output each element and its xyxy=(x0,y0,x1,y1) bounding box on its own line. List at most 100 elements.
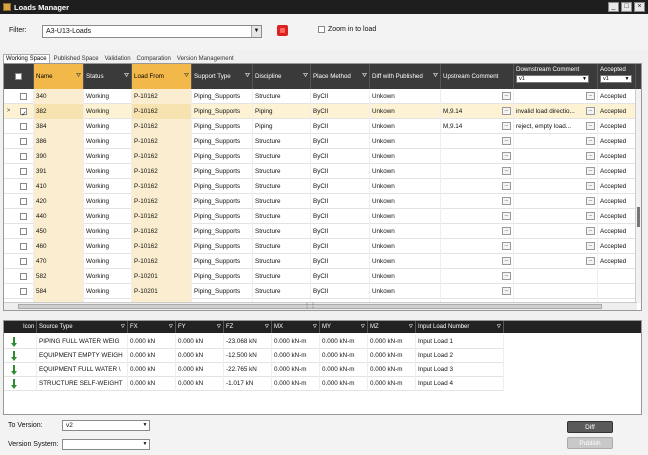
load-row[interactable]: EQUIPMENT FULL WATER \ 0.000 kN 0.000 kN -2… xyxy=(4,363,504,377)
zoom-in-to-load-checkbox[interactable]: Zoom in to load xyxy=(318,26,376,33)
ellipsis-button[interactable]: ... xyxy=(502,257,511,265)
ellipsis-button[interactable]: ... xyxy=(586,152,595,160)
filter-icon[interactable]: ⛛ xyxy=(265,321,269,333)
row-checkbox[interactable] xyxy=(20,93,27,100)
row-checkbox[interactable] xyxy=(20,228,27,235)
col-support-type-header[interactable]: Support Type ⛛ xyxy=(192,64,253,89)
filter-icon[interactable]: ⛛ xyxy=(362,73,367,80)
col-place-method-header[interactable]: Place Method ⛛ xyxy=(311,64,370,89)
ellipsis-button[interactable]: ... xyxy=(586,212,595,220)
load-row[interactable]: EQUIPMENT EMPTY WEIGH 0.000 kN 0.000 kN -12… xyxy=(4,349,504,363)
filter-icon[interactable]: ⛛ xyxy=(169,321,173,333)
table-row[interactable]: 460 Working P-10162 Piping_Supports Structur… xyxy=(4,239,636,254)
row-checkbox[interactable] xyxy=(20,183,27,190)
tab-comparation[interactable]: Comparation xyxy=(135,55,173,63)
ellipsis-button[interactable]: ... xyxy=(502,242,511,250)
col-accepted-header[interactable]: Accepted v1 ▼ xyxy=(598,64,636,89)
table-row[interactable]: >382 Working P-10162 Piping_Supports Piping B… xyxy=(4,104,636,119)
load-row[interactable]: STRUCTURE SELF-WEIGHT 0.000 kN 0.000 kN -1.… xyxy=(4,377,504,391)
col-load-from-header[interactable]: Load From ⛛ xyxy=(132,64,192,89)
ellipsis-button[interactable]: ... xyxy=(586,257,595,265)
accepted-version-select[interactable]: v1 ▼ xyxy=(600,75,632,83)
filter-icon[interactable]: ⛛ xyxy=(76,73,81,80)
row-checkbox[interactable] xyxy=(20,198,27,205)
table-row[interactable]: 384 Working P-10162 Piping_Supports Piping By… xyxy=(4,119,636,134)
table-row[interactable]: 390 Working P-10162 Piping_Supports Structur… xyxy=(4,149,636,164)
filter-icon[interactable]: ⛛ xyxy=(184,73,189,80)
load-row[interactable]: PIPING FULL WATER WEIG 0.000 kN 0.000 kN -2… xyxy=(4,335,504,349)
ellipsis-button[interactable]: ... xyxy=(502,137,511,145)
tab-published-space[interactable]: Published Space xyxy=(52,55,101,63)
table-row[interactable]: 420 Working P-10162 Piping_Supports Structur… xyxy=(4,194,636,209)
zoom-checkbox-box[interactable] xyxy=(318,26,325,33)
vertical-scroll-thumb[interactable] xyxy=(637,207,640,227)
col-input-load-header[interactable]: Input Load Number ⛛ xyxy=(416,321,504,333)
table-row[interactable]: 386 Working P-10162 Piping_Supports Structur… xyxy=(4,134,636,149)
tab-working-space[interactable]: Working Space xyxy=(3,54,50,63)
clear-filter-icon[interactable] xyxy=(277,25,288,36)
table-row[interactable]: 582 Working P-10201 Piping_Supports Structur… xyxy=(4,269,636,284)
table-row[interactable]: 410 Working P-10162 Piping_Supports Structur… xyxy=(4,179,636,194)
ellipsis-button[interactable]: ... xyxy=(586,122,595,130)
ellipsis-button[interactable]: ... xyxy=(586,92,595,100)
col-mz-header[interactable]: MZ ⛛ xyxy=(368,321,416,333)
col-fx-header[interactable]: FX ⛛ xyxy=(128,321,176,333)
vertical-scrollbar[interactable] xyxy=(635,89,641,303)
filter-icon[interactable]: ⛛ xyxy=(217,321,221,333)
row-checkbox[interactable] xyxy=(20,213,27,220)
table-row[interactable]: 340 Working P-10162 Piping_Supports Structur… xyxy=(4,89,636,104)
row-checkbox[interactable] xyxy=(20,138,27,145)
filter-dropdown[interactable]: A3-U13-Loads ▼ xyxy=(42,25,262,38)
diff-button[interactable]: Diff xyxy=(567,421,613,433)
maximize-button[interactable]: □ xyxy=(621,2,632,12)
row-checkbox[interactable] xyxy=(20,168,27,175)
col-icon-header[interactable]: Icon xyxy=(21,321,37,333)
ellipsis-button[interactable]: ... xyxy=(502,212,511,220)
table-row[interactable]: 584 Working P-10201 Piping_Supports Structur… xyxy=(4,284,636,299)
ellipsis-button[interactable]: ... xyxy=(502,122,511,130)
col-diff-header[interactable]: Diff with Published ⛛ xyxy=(370,64,441,89)
filter-icon[interactable]: ⛛ xyxy=(497,321,501,333)
ellipsis-button[interactable]: ... xyxy=(586,167,595,175)
ellipsis-button[interactable]: ... xyxy=(586,107,595,115)
col-discipline-header[interactable]: Discipline ⛛ xyxy=(253,64,311,89)
select-all-checkbox[interactable] xyxy=(15,73,22,80)
close-button[interactable]: × xyxy=(634,2,645,12)
tab-version-management[interactable]: Version Management xyxy=(175,55,236,63)
downstream-version-select[interactable]: v1 ▼ xyxy=(516,75,589,83)
ellipsis-button[interactable]: ... xyxy=(502,167,511,175)
to-version-select[interactable]: v2 ▼ xyxy=(62,420,150,431)
ellipsis-button[interactable]: ... xyxy=(502,227,511,235)
col-my-header[interactable]: MY ⛛ xyxy=(320,321,368,333)
table-row[interactable]: 440 Working P-10162 Piping_Supports Structur… xyxy=(4,209,636,224)
filter-icon[interactable]: ⛛ xyxy=(361,321,365,333)
filter-icon[interactable]: ⛛ xyxy=(409,321,413,333)
row-checkbox[interactable] xyxy=(20,288,27,295)
row-checkbox[interactable] xyxy=(20,123,27,130)
col-downstream-header[interactable]: Downstream Comment v1 ▼ xyxy=(514,64,598,89)
row-checkbox[interactable] xyxy=(20,153,27,160)
ellipsis-button[interactable]: ... xyxy=(502,272,511,280)
filter-icon[interactable]: ⛛ xyxy=(121,321,125,333)
table-row[interactable]: 450 Working P-10162 Piping_Supports Structur… xyxy=(4,224,636,239)
ellipsis-button[interactable]: ... xyxy=(502,152,511,160)
ellipsis-button[interactable]: ... xyxy=(502,287,511,295)
filter-icon[interactable]: ⛛ xyxy=(313,321,317,333)
col-mx-header[interactable]: MX ⛛ xyxy=(272,321,320,333)
col-fz-header[interactable]: FZ ⛛ xyxy=(224,321,272,333)
row-checkbox[interactable] xyxy=(20,258,27,265)
ellipsis-button[interactable]: ... xyxy=(586,137,595,145)
filter-icon[interactable]: ⛛ xyxy=(245,73,250,80)
filter-icon[interactable]: ⛛ xyxy=(303,73,308,80)
col-status-header[interactable]: Status ⛛ xyxy=(84,64,132,89)
row-checkbox[interactable] xyxy=(20,273,27,280)
horizontal-scrollbar[interactable]: ⋮⋮ xyxy=(4,302,637,310)
ellipsis-button[interactable]: ... xyxy=(502,92,511,100)
minimize-button[interactable]: _ xyxy=(608,2,619,12)
version-system-select[interactable]: ▼ xyxy=(62,439,150,450)
col-fy-header[interactable]: FY ⛛ xyxy=(176,321,224,333)
table-row[interactable]: 470 Working P-10162 Piping_Supports Structur… xyxy=(4,254,636,269)
tab-validation[interactable]: Validation xyxy=(103,55,133,63)
ellipsis-button[interactable]: ... xyxy=(586,197,595,205)
row-checkbox[interactable] xyxy=(20,107,27,119)
